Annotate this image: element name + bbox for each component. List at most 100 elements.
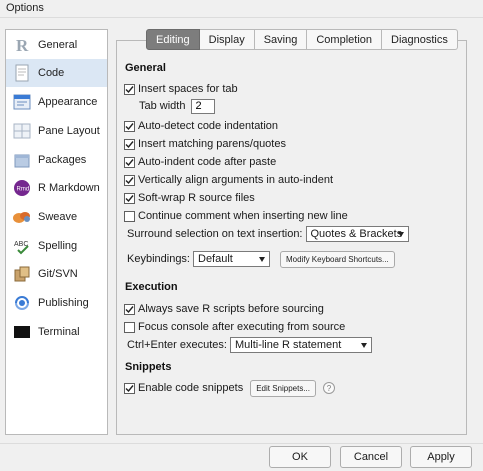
sweave-icon [12, 207, 32, 227]
terminal-icon [12, 322, 32, 342]
sidebar-item-label: Packages [38, 154, 87, 166]
soft-wrap-checkbox[interactable] [124, 192, 135, 204]
tab-width-input[interactable] [191, 98, 216, 114]
keybindings-select[interactable]: Default [193, 251, 270, 267]
section-title-snippets: Snippets [125, 361, 172, 373]
sidebar-item-packages[interactable]: Packages [6, 146, 107, 174]
svg-text:R: R [16, 36, 29, 54]
sidebar-item-label: Git/SVN [38, 268, 78, 280]
cancel-button[interactable]: Cancel [340, 446, 402, 468]
sidebar-item-label: Spelling [38, 240, 78, 252]
code-page-icon [12, 63, 32, 83]
apply-button[interactable]: Apply [410, 446, 472, 468]
auto-detect-checkbox[interactable] [124, 120, 135, 132]
insert-matching-row: Insert matching parens/quotes [124, 136, 286, 152]
surround-select[interactable]: Quotes & Brackets [305, 226, 409, 242]
section-title-execution: Execution [125, 281, 178, 293]
vertical-align-label: Vertically align arguments in auto-inden… [138, 174, 334, 186]
sidebar: R General Code Appearance Pane Layout Pa… [5, 29, 108, 435]
sidebar-item-spelling[interactable]: ABC Spelling [6, 232, 107, 260]
svg-text:Rmd: Rmd [17, 187, 30, 193]
sidebar-item-label: Code [38, 67, 65, 79]
help-icon[interactable]: ? [323, 382, 335, 394]
packages-icon [12, 150, 32, 170]
window-title: Options [6, 2, 44, 14]
tab-width-label: Tab width [139, 100, 186, 112]
sidebar-item-label: Publishing [38, 297, 89, 309]
insert-matching-checkbox[interactable] [124, 138, 135, 150]
ctrl-enter-select[interactable]: Multi-line R statement [229, 337, 372, 353]
auto-detect-row: Auto-detect code indentation [124, 118, 278, 134]
always-save-row: Always save R scripts before sourcing [124, 301, 324, 317]
auto-detect-label: Auto-detect code indentation [138, 120, 279, 132]
edit-snippets-button[interactable]: Edit Snippets... [250, 379, 316, 397]
sidebar-item-git-svn[interactable]: Git/SVN [6, 260, 107, 288]
sidebar-item-appearance[interactable]: Appearance [6, 88, 107, 116]
vertical-align-checkbox[interactable] [124, 174, 135, 186]
tab-diagnostics[interactable]: Diagnostics [382, 29, 458, 50]
ctrl-enter-row: Ctrl+Enter executes: Multi-line R statem… [127, 337, 372, 353]
surround-row: Surround selection on text insertion: Qu… [127, 226, 409, 242]
chevron-down-icon [259, 257, 265, 262]
enable-snippets-row: Enable code snippets Edit Snippets... ? [124, 379, 335, 397]
tab-saving[interactable]: Saving [254, 29, 308, 50]
check-icon [125, 158, 134, 166]
sidebar-item-publishing[interactable]: Publishing [6, 289, 107, 317]
continue-comment-label: Continue comment when inserting new line [138, 210, 348, 222]
auto-indent-row: Auto-indent code after paste [124, 154, 276, 170]
check-icon [125, 176, 134, 184]
auto-indent-label: Auto-indent code after paste [138, 156, 277, 168]
rmarkdown-icon: Rmd [12, 178, 32, 198]
check-icon [125, 194, 134, 202]
ctrl-enter-select-value: Multi-line R statement [234, 339, 342, 351]
keybindings-label: Keybindings: [127, 253, 190, 265]
continue-comment-row: Continue comment when inserting new line [124, 208, 348, 224]
bottom-divider [0, 443, 483, 444]
enable-snippets-label: Enable code snippets [138, 382, 244, 394]
pane-layout-icon [12, 121, 32, 141]
git-icon [12, 264, 32, 284]
soft-wrap-row: Soft-wrap R source files [124, 190, 255, 206]
focus-console-checkbox[interactable] [124, 321, 135, 333]
check-icon [125, 140, 134, 148]
auto-indent-checkbox[interactable] [124, 156, 135, 168]
tab-width-row: Tab width [139, 98, 216, 114]
sidebar-item-label: Sweave [38, 211, 78, 223]
title-bar: Options [0, 0, 483, 18]
chevron-down-icon [397, 232, 404, 237]
insert-spaces-checkbox[interactable] [124, 83, 135, 95]
sidebar-item-label: R Markdown [38, 182, 100, 194]
sidebar-item-code[interactable]: Code [6, 59, 107, 87]
spelling-icon: ABC [12, 236, 32, 256]
focus-console-label: Focus console after executing from sourc… [138, 321, 346, 333]
insert-spaces-row: Insert spaces for tab [124, 81, 238, 97]
sidebar-item-sweave[interactable]: Sweave [6, 203, 107, 231]
check-icon [125, 384, 134, 392]
r-logo-icon: R [12, 35, 32, 55]
tab-bar: Editing Display Saving Completion Diagno… [146, 29, 458, 50]
sidebar-item-label: Pane Layout [38, 125, 100, 137]
surround-label: Surround selection on text insertion: [127, 228, 303, 240]
ok-button[interactable]: OK [269, 446, 331, 468]
soft-wrap-label: Soft-wrap R source files [138, 192, 255, 204]
modify-shortcuts-button[interactable]: Modify Keyboard Shortcuts... [280, 250, 395, 268]
section-title-general: General [125, 62, 166, 74]
sidebar-item-general[interactable]: R General [6, 31, 107, 59]
keybindings-row: Keybindings: Default Modify Keyboard Sho… [127, 250, 395, 268]
appearance-icon [12, 92, 32, 112]
keybindings-select-value: Default [198, 253, 233, 265]
continue-comment-checkbox[interactable] [124, 210, 135, 222]
sidebar-item-pane-layout[interactable]: Pane Layout [6, 117, 107, 145]
tab-display[interactable]: Display [199, 29, 255, 50]
sidebar-item-r-markdown[interactable]: Rmd R Markdown [6, 174, 107, 202]
sidebar-item-label: General [38, 39, 78, 51]
always-save-checkbox[interactable] [124, 303, 135, 315]
tab-completion[interactable]: Completion [307, 29, 382, 50]
insert-spaces-label: Insert spaces for tab [138, 83, 238, 95]
vertical-align-row: Vertically align arguments in auto-inden… [124, 172, 333, 188]
sidebar-item-terminal[interactable]: Terminal [6, 318, 107, 346]
enable-snippets-checkbox[interactable] [124, 382, 135, 394]
check-icon [125, 305, 134, 313]
check-icon [125, 85, 134, 93]
tab-editing[interactable]: Editing [146, 29, 200, 50]
